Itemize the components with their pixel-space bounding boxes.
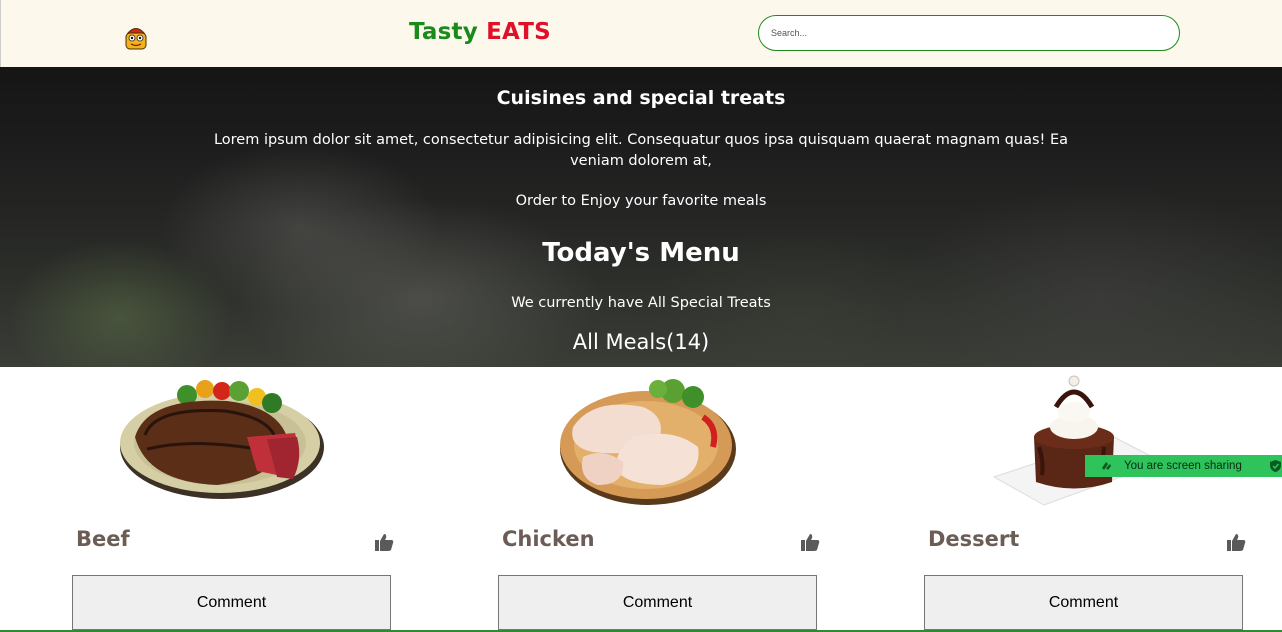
menu-title: Today's Menu (542, 238, 740, 268)
comment-button[interactable]: Comment (924, 575, 1243, 630)
brand-title[interactable]: Tasty EATS (409, 19, 551, 45)
shield-check-icon (1270, 460, 1281, 472)
mascot-logo-icon[interactable] (121, 22, 151, 52)
drag-handle-icon[interactable] (1099, 459, 1113, 473)
beef-steak-image (120, 380, 324, 499)
menu-subtitle: We currently have All Special Treats (511, 295, 771, 311)
screen-sharing-label: You are screen sharing (1124, 460, 1242, 472)
meal-name: Beef (76, 527, 130, 551)
meal-name: Dessert (928, 527, 1020, 551)
brand-part-eats: EATS (486, 19, 551, 45)
hero-order-text: Order to Enjoy your favorite meals (515, 193, 767, 209)
meal-name: Chicken (502, 527, 595, 551)
comment-button[interactable]: Comment (498, 575, 817, 630)
hero-title: Cuisines and special treats (496, 87, 786, 109)
header: Tasty EATS (0, 0, 1282, 67)
search-input[interactable] (758, 15, 1180, 51)
comment-button[interactable]: Comment (72, 575, 391, 630)
meal-card-dessert: Dessert Comment (924, 367, 1254, 632)
brand-part-tasty: Tasty (409, 19, 478, 45)
hero-description: Lorem ipsum dolor sit amet, consectetur … (213, 132, 1069, 169)
thumbs-up-icon[interactable] (374, 532, 394, 552)
chicken-image (560, 379, 736, 505)
meal-card-chicken: Chicken Comment (498, 367, 828, 632)
hero-banner: Cuisines and special treats Lorem ipsum … (0, 67, 1282, 367)
meals-count: All Meals(14) (572, 330, 710, 354)
screen-sharing-badge[interactable]: You are screen sharing (1085, 455, 1282, 477)
thumbs-up-icon[interactable] (800, 532, 820, 552)
dessert-image (992, 375, 1164, 506)
thumbs-up-icon[interactable] (1226, 532, 1246, 552)
meal-card-beef: Beef Comment (72, 367, 402, 632)
